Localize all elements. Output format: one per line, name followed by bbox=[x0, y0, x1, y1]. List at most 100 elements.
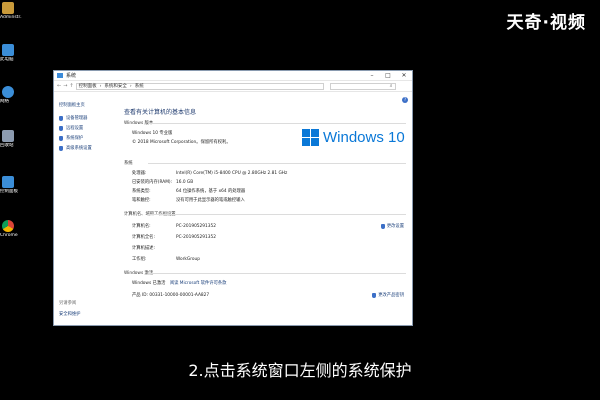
page-title: 查看有关计算机的基本信息 bbox=[124, 109, 197, 116]
row-value: Intel(R) Core(TM) i5-8400 CPU @ 2.80GHz … bbox=[176, 171, 288, 176]
processor-row: 处理器: Intel(R) Core(TM) i5-8400 CPU @ 2.80… bbox=[132, 170, 287, 176]
change-settings-link[interactable]: 更改设置 bbox=[380, 223, 404, 229]
system-app-icon bbox=[57, 73, 63, 78]
desktop-icon-this-pc[interactable]: 此电脑 bbox=[0, 44, 22, 62]
device-manager-label: 设备管理器 bbox=[66, 116, 88, 121]
system-protection-label: 系统保护 bbox=[66, 136, 84, 141]
row-key: 笔和触控: bbox=[132, 198, 151, 203]
row-key: 计算机名: bbox=[132, 224, 151, 229]
shield-icon bbox=[59, 115, 63, 121]
remote-settings-link[interactable]: 远程设置 bbox=[59, 125, 116, 131]
activation-status: Windows 已激活 bbox=[132, 281, 166, 286]
desktop-icon-control-panel[interactable]: 控制面板 bbox=[0, 176, 22, 194]
shield-icon bbox=[380, 223, 385, 229]
desktop-icon-admin[interactable]: Adminstr... bbox=[0, 2, 22, 20]
left-nav-pane: 控制面板主页 设备管理器 远程设置 系统保护 高级系统设置 另请参阅 安全和维护 bbox=[54, 93, 116, 325]
shield-icon bbox=[59, 125, 63, 131]
window-title: 系统 bbox=[66, 73, 77, 79]
change-product-key-link[interactable]: 更改产品密钥 bbox=[372, 292, 404, 298]
shield-icon bbox=[372, 292, 377, 298]
desktop-icon-network[interactable]: 网络 bbox=[0, 86, 22, 104]
desktop-icon-label: Chrome bbox=[0, 233, 18, 238]
breadcrumb-system[interactable]: 系统 bbox=[135, 83, 144, 89]
forward-arrow-icon[interactable]: → bbox=[63, 83, 67, 89]
breadcrumb-separator-icon: › bbox=[129, 83, 132, 89]
change-settings-label: 更改设置 bbox=[386, 224, 404, 229]
computer-icon bbox=[2, 44, 14, 56]
edition-value: Windows 10 专业版 bbox=[132, 131, 173, 136]
windows-flag-icon bbox=[302, 129, 319, 146]
row-value: WorkGroup bbox=[176, 257, 200, 262]
desktop-icons: Adminstr... 此电脑 网络 回收站 控制面板 Chrome bbox=[0, 0, 22, 260]
windows-logo-text: Windows 10 bbox=[323, 129, 405, 146]
search-icon: ⌕ bbox=[389, 82, 393, 89]
full-computer-name-row: 计算机全名: PC-201905291352 bbox=[132, 234, 216, 240]
activation-section-header: Windows 激活 bbox=[124, 270, 406, 276]
row-value: PC-201905291352 bbox=[176, 235, 216, 240]
computer-description-row: 计算机描述: bbox=[132, 245, 176, 251]
row-value: 64 位操作系统，基于 x64 的处理器 bbox=[176, 189, 246, 194]
activation-row: Windows 已激活 阅读 Microsoft 软件许可条款 bbox=[132, 280, 226, 286]
watermark-logo: 天奇·视频 bbox=[506, 13, 586, 33]
desktop-icon-label: 回收站 bbox=[0, 143, 14, 148]
help-icon[interactable]: ? bbox=[402, 97, 408, 103]
computer-name-row: 计算机名: PC-201905291352 bbox=[132, 223, 216, 229]
title-bar[interactable]: 系统 – □ ✕ bbox=[54, 71, 412, 81]
system-protection-link[interactable]: 系统保护 bbox=[59, 135, 116, 141]
license-terms-link[interactable]: 阅读 Microsoft 软件许可条款 bbox=[170, 281, 227, 286]
row-key: 工作组: bbox=[132, 257, 147, 262]
advanced-system-settings-link[interactable]: 高级系统设置 bbox=[59, 145, 116, 151]
shield-icon bbox=[59, 135, 63, 141]
windows-10-logo: Windows 10 bbox=[302, 129, 405, 146]
maximize-button[interactable]: □ bbox=[380, 72, 396, 79]
back-arrow-icon[interactable]: ← bbox=[57, 83, 61, 89]
control-panel-icon bbox=[2, 176, 14, 188]
main-content: ? 查看有关计算机的基本信息 Windows 版本 Windows 10 专业版… bbox=[122, 93, 412, 325]
control-panel-home-link[interactable]: 控制面板主页 bbox=[59, 102, 116, 108]
row-value: PC-201905291352 bbox=[176, 224, 216, 229]
copyright-text: © 2018 Microsoft Corporation。保留所有权利。 bbox=[132, 140, 231, 145]
address-bar[interactable]: 控制面板 › 系统和安全 › 系统 bbox=[75, 82, 324, 90]
remote-settings-label: 远程设置 bbox=[66, 126, 84, 131]
row-key: 计算机描述: bbox=[132, 246, 155, 251]
recycle-bin-icon bbox=[2, 130, 14, 142]
desktop-icon-label: 网络 bbox=[0, 99, 9, 104]
workgroup-row: 工作组: WorkGroup bbox=[132, 256, 200, 262]
minimize-button[interactable]: – bbox=[364, 72, 380, 79]
up-arrow-icon[interactable]: ↑ bbox=[69, 83, 73, 89]
row-value: 没有可用于此显示器的笔或触控输入 bbox=[176, 198, 245, 203]
desktop-icon-chrome[interactable]: Chrome bbox=[0, 220, 22, 238]
device-manager-link[interactable]: 设备管理器 bbox=[59, 115, 116, 121]
row-value: 16.0 GB bbox=[176, 180, 194, 185]
desktop-icon-label: Adminstr... bbox=[0, 15, 22, 20]
desktop-icon-recycle-bin[interactable]: 回收站 bbox=[0, 130, 22, 148]
chrome-icon bbox=[2, 220, 14, 232]
desktop-icon-label: 此电脑 bbox=[0, 57, 14, 62]
search-input[interactable]: ⌕ bbox=[329, 82, 396, 90]
see-also-heading: 另请参阅 bbox=[59, 301, 77, 306]
advanced-system-settings-label: 高级系统设置 bbox=[66, 146, 92, 151]
system-section-header: 系统 bbox=[124, 160, 406, 166]
breadcrumb-system-security[interactable]: 系统和安全 bbox=[104, 83, 127, 89]
system-window: 系统 – □ ✕ ← → ↑ 控制面板 › 系统和安全 › 系统 ⌕ 控制面板主… bbox=[53, 70, 413, 326]
row-key: 系统类型: bbox=[132, 189, 151, 194]
desktop-icon-label: 控制面板 bbox=[0, 189, 18, 194]
product-id: 产品 ID: 00331-10000-00001-AA827 bbox=[132, 293, 210, 298]
row-key: 已安装的内存(RAM): bbox=[132, 180, 173, 185]
video-subtitle: 2.点击系统窗口左侧的系统保护 bbox=[188, 361, 412, 380]
network-icon bbox=[2, 86, 14, 98]
close-button[interactable]: ✕ bbox=[396, 72, 412, 79]
security-maintenance-link[interactable]: 安全和维护 bbox=[59, 311, 80, 317]
computer-name-section-header: 计算机名、域和工作组设置 bbox=[124, 211, 406, 217]
folder-icon bbox=[2, 2, 14, 14]
breadcrumb-control-panel[interactable]: 控制面板 bbox=[79, 83, 97, 89]
address-toolbar: ← → ↑ 控制面板 › 系统和安全 › 系统 ⌕ bbox=[54, 81, 412, 92]
system-type-row: 系统类型: 64 位操作系统，基于 x64 的处理器 bbox=[132, 188, 245, 194]
row-key: 处理器: bbox=[132, 171, 147, 176]
edition-section-header: Windows 版本 bbox=[124, 120, 406, 126]
shield-icon bbox=[59, 145, 63, 151]
breadcrumb-separator-icon: › bbox=[99, 83, 102, 89]
change-product-key-label: 更改产品密钥 bbox=[378, 293, 404, 298]
ram-row: 已安装的内存(RAM): 16.0 GB bbox=[132, 179, 193, 185]
row-key: 计算机全名: bbox=[132, 235, 155, 240]
